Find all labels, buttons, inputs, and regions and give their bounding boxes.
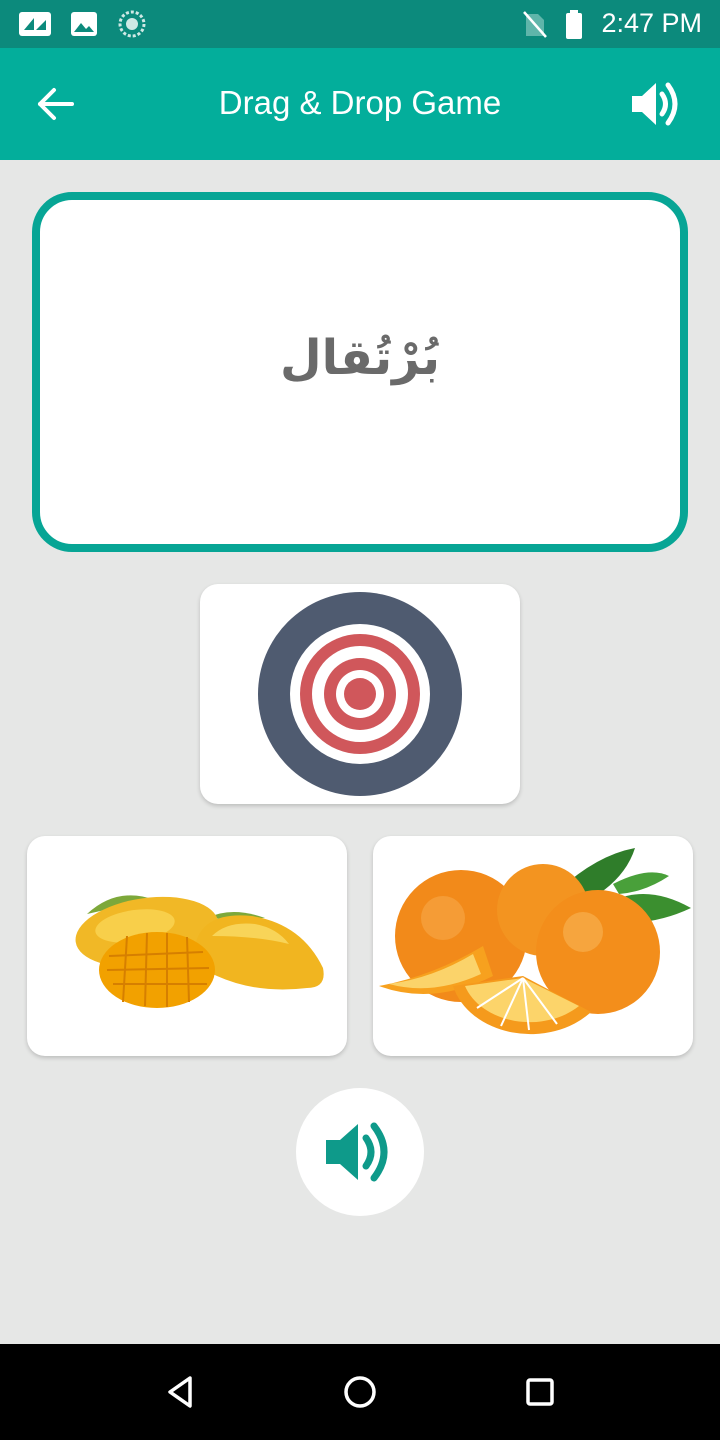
- arabic-word: بُرْتُقال: [279, 330, 441, 386]
- target-icon: [258, 592, 462, 796]
- status-time: 2:47 PM: [601, 8, 702, 38]
- drop-target-card[interactable]: [200, 584, 520, 804]
- play-sound-button[interactable]: [296, 1088, 424, 1216]
- nav-home-button[interactable]: [338, 1370, 382, 1414]
- word-card: بُرْتُقال: [32, 192, 688, 552]
- nav-recents-button[interactable]: [518, 1370, 562, 1414]
- page-title: Drag & Drop Game: [218, 84, 502, 121]
- notification-app-icon: [19, 12, 51, 36]
- status-bar: 2:47 PM: [0, 0, 720, 48]
- orange-option-card[interactable]: [373, 836, 693, 1056]
- mango-option-card[interactable]: [27, 836, 347, 1056]
- no-sim-icon: [523, 11, 547, 38]
- navigation-bar: [0, 1344, 720, 1440]
- volume-icon: [632, 82, 678, 126]
- header-sound-button[interactable]: [628, 78, 686, 130]
- gallery-icon: [71, 12, 97, 36]
- mango-image: [75, 895, 324, 1008]
- nav-back-button[interactable]: [158, 1370, 202, 1414]
- orange-image: [379, 848, 691, 1035]
- volume-icon: [326, 1122, 388, 1182]
- home-circle-icon: [344, 1376, 376, 1408]
- back-triangle-icon: [168, 1376, 192, 1408]
- sync-icon: [118, 10, 146, 38]
- battery-icon: [566, 10, 582, 39]
- app-bar: Drag & Drop Game: [0, 48, 720, 160]
- recents-square-icon: [526, 1378, 554, 1406]
